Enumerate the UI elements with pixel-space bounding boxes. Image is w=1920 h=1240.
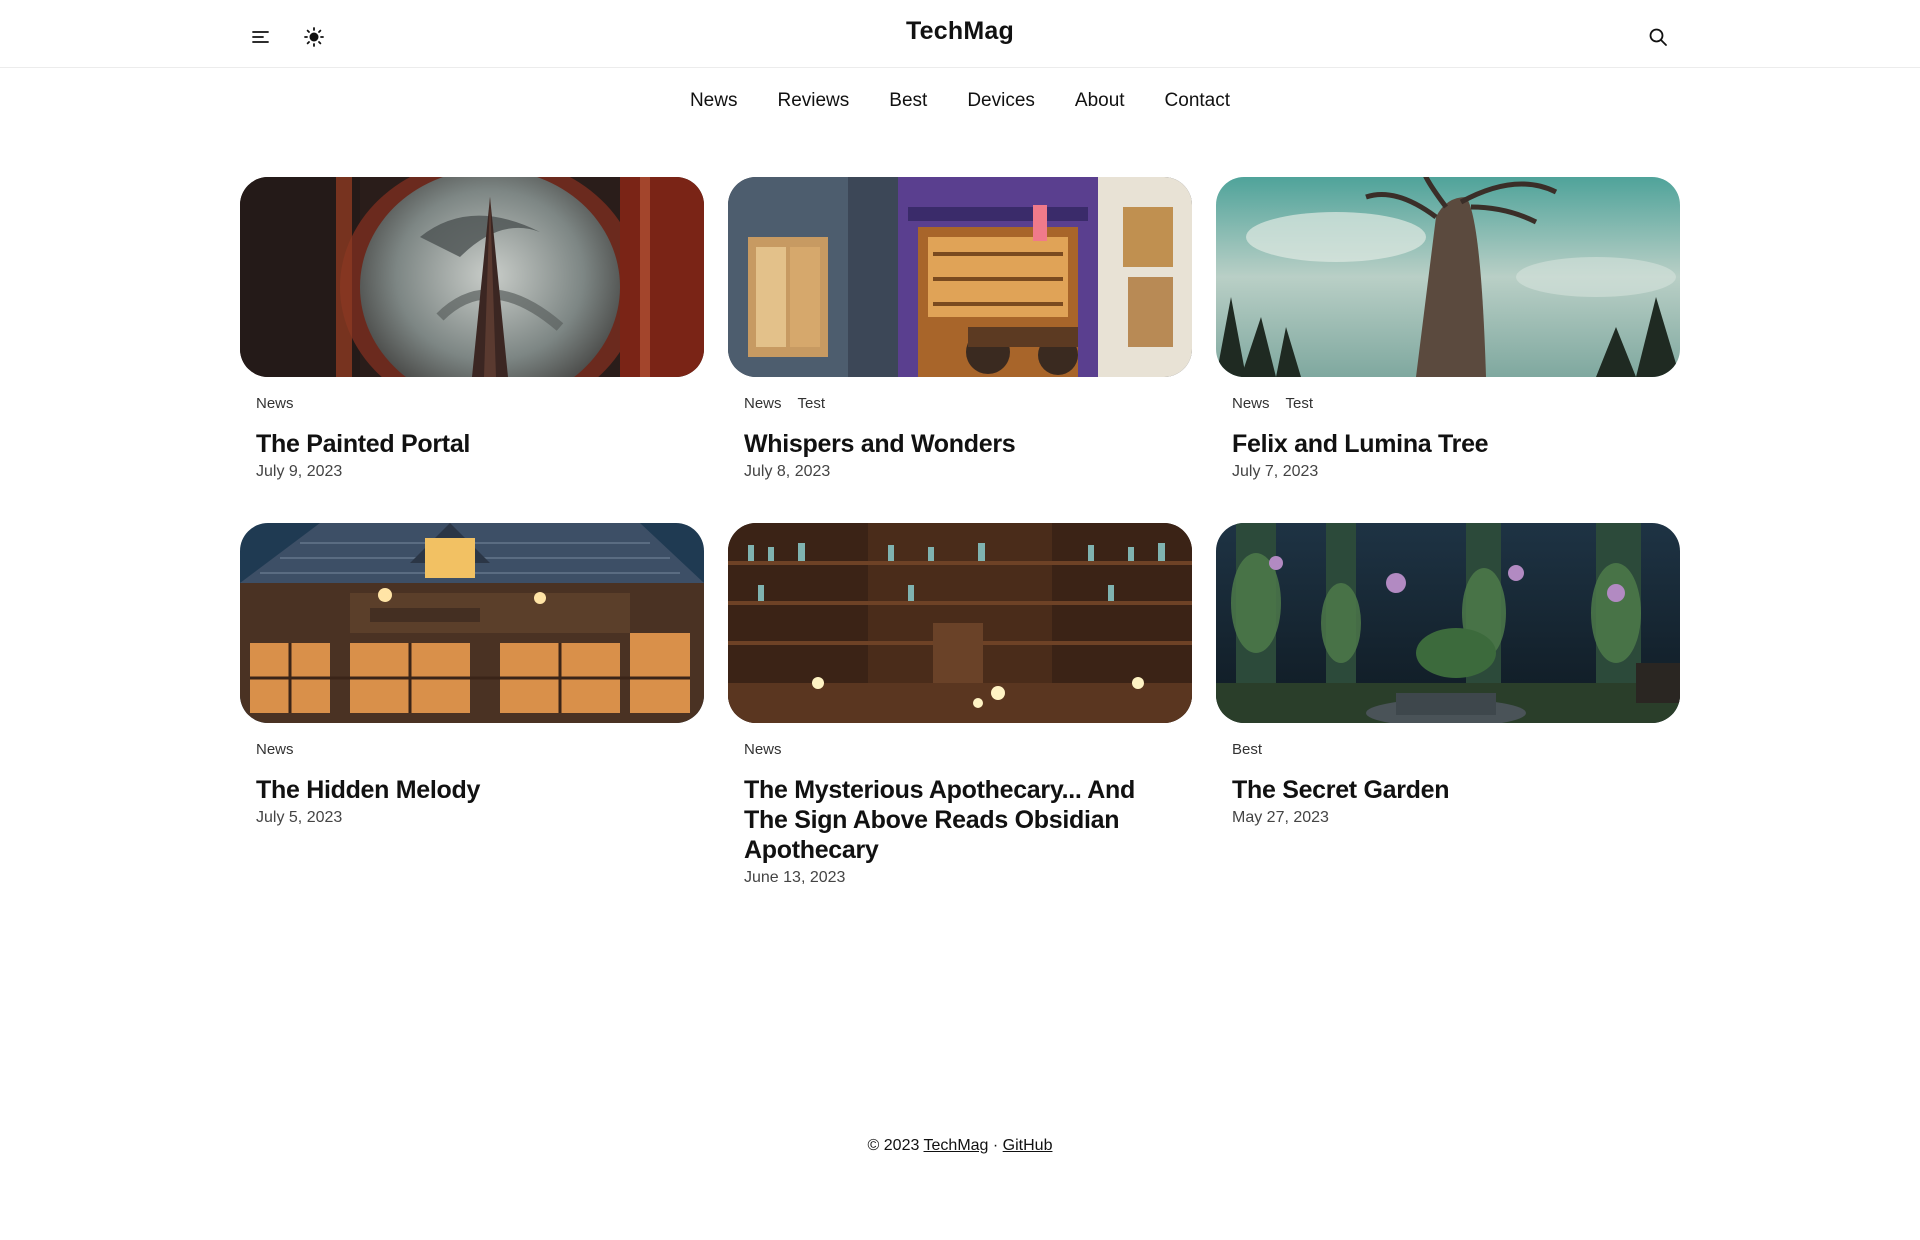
post-thumbnail[interactable] xyxy=(1216,177,1680,377)
footer-copyright: © 2023 xyxy=(867,1137,920,1154)
post-title[interactable]: Felix and Lumina Tree xyxy=(1232,429,1664,459)
post-title[interactable]: The Hidden Melody xyxy=(256,775,688,805)
post-tags: News xyxy=(256,395,688,415)
search-button[interactable] xyxy=(1640,19,1676,55)
post-tag[interactable]: Test xyxy=(798,395,826,415)
post-date: July 8, 2023 xyxy=(744,463,831,480)
site-title[interactable]: TechMag xyxy=(0,17,1920,46)
music-shop-image xyxy=(240,523,704,723)
post-thumbnail[interactable] xyxy=(728,177,1192,377)
post-tag[interactable]: News xyxy=(744,395,782,415)
post-thumbnail[interactable] xyxy=(240,177,704,377)
post-date: July 7, 2023 xyxy=(1232,463,1319,480)
post-tag[interactable]: News xyxy=(1232,395,1270,415)
post-tags: Best xyxy=(1232,741,1664,761)
site-footer: © 2023 TechMag · GitHub xyxy=(0,1137,1920,1155)
footer-site-link[interactable]: TechMag xyxy=(924,1137,989,1154)
nav-item-devices[interactable]: Devices xyxy=(967,90,1035,112)
post-card[interactable]: News Test Whispers and Wonders July 8, 2… xyxy=(728,177,1192,481)
post-title[interactable]: The Painted Portal xyxy=(256,429,688,459)
post-card[interactable]: News The Hidden Melody July 5, 2023 xyxy=(240,523,704,887)
nav-item-news[interactable]: News xyxy=(690,90,738,112)
shopfront-image xyxy=(728,177,1192,377)
nav-item-about[interactable]: About xyxy=(1075,90,1125,112)
post-card[interactable]: News The Mysterious Apothecary... And Th… xyxy=(728,523,1192,887)
post-tag[interactable]: News xyxy=(256,741,294,761)
post-title[interactable]: The Secret Garden xyxy=(1232,775,1664,805)
post-title[interactable]: The Mysterious Apothecary... And The Sig… xyxy=(744,775,1176,865)
main-nav: News Reviews Best Devices About Contact xyxy=(0,90,1920,112)
nav-item-best[interactable]: Best xyxy=(889,90,927,112)
post-tags: News Test xyxy=(1232,395,1664,415)
lumina-tree-image xyxy=(1216,177,1680,377)
post-thumbnail[interactable] xyxy=(240,523,704,723)
search-icon xyxy=(1649,28,1667,46)
post-thumbnail[interactable] xyxy=(1216,523,1680,723)
post-date: July 5, 2023 xyxy=(256,809,343,826)
post-card[interactable]: News Test Felix and Lumina Tree July 7, … xyxy=(1216,177,1680,481)
nav-item-reviews[interactable]: Reviews xyxy=(777,90,849,112)
post-card[interactable]: News The Painted Portal July 9, 2023 xyxy=(240,177,704,481)
post-tag[interactable]: News xyxy=(744,741,782,761)
post-thumbnail[interactable] xyxy=(728,523,1192,723)
nav-item-contact[interactable]: Contact xyxy=(1165,90,1230,112)
footer-github-link[interactable]: GitHub xyxy=(1003,1137,1053,1154)
post-date: June 13, 2023 xyxy=(744,869,846,886)
post-grid: News The Painted Portal July 9, 2023 New… xyxy=(240,177,1680,887)
post-tags: News xyxy=(256,741,688,761)
post-tags: News xyxy=(744,741,1176,761)
post-tag[interactable]: Best xyxy=(1232,741,1262,761)
apothecary-image xyxy=(728,523,1192,723)
painted-portal-image xyxy=(240,177,704,377)
post-date: May 27, 2023 xyxy=(1232,809,1329,826)
post-date: July 9, 2023 xyxy=(256,463,343,480)
post-card[interactable]: Best The Secret Garden May 27, 2023 xyxy=(1216,523,1680,887)
secret-garden-image xyxy=(1216,523,1680,723)
post-tags: News Test xyxy=(744,395,1176,415)
post-tag[interactable]: Test xyxy=(1286,395,1314,415)
footer-separator: · xyxy=(992,1137,999,1154)
post-tag[interactable]: News xyxy=(256,395,294,415)
top-bar: TechMag xyxy=(0,0,1920,68)
post-title[interactable]: Whispers and Wonders xyxy=(744,429,1176,459)
